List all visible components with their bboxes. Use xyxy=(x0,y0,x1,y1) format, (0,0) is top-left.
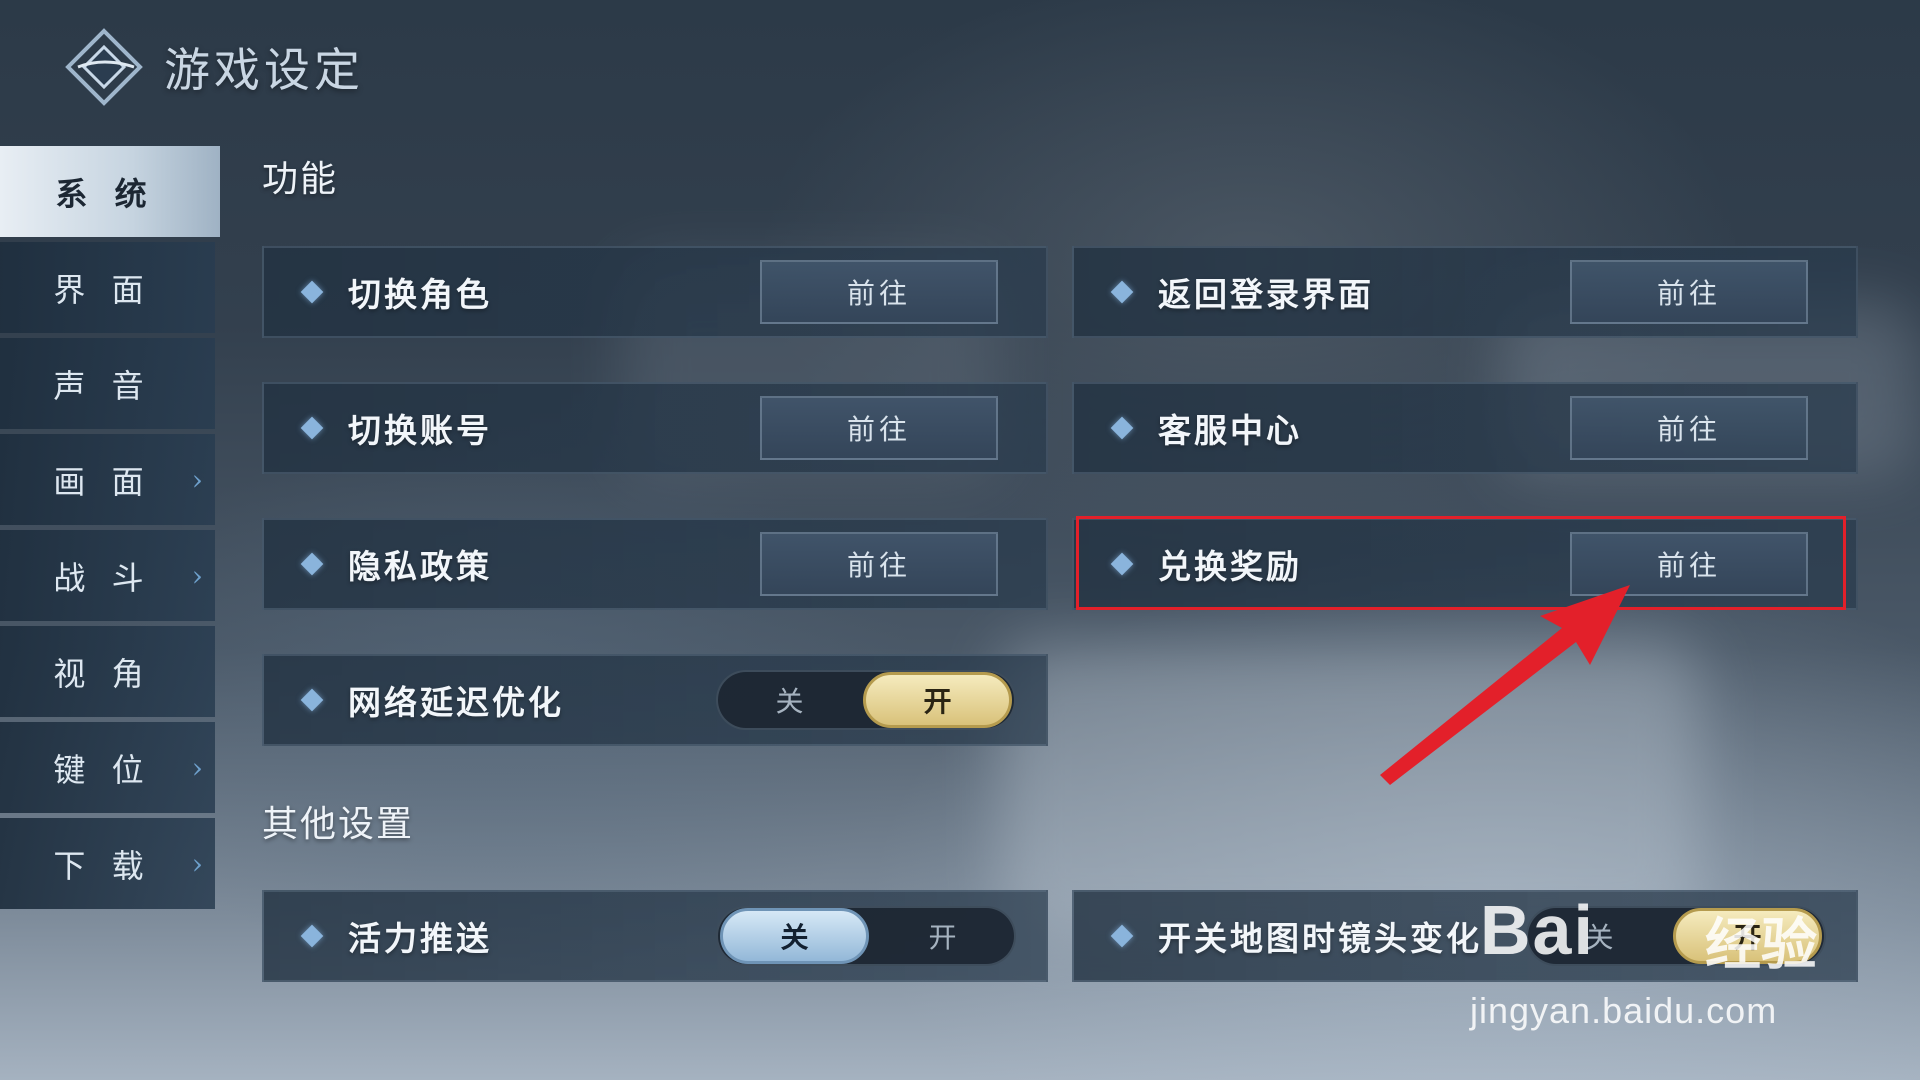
setting-row-network-optimization: 网络延迟优化 关 开 xyxy=(262,654,1048,746)
sidebar-item-system[interactable]: 系 统 xyxy=(0,146,220,237)
sidebar-item-label: 声 音 xyxy=(53,366,152,405)
setting-label: 客服中心 xyxy=(1158,411,1302,450)
setting-label: 切换账号 xyxy=(348,411,492,450)
setting-row-switch-account: 切换账号 前往 xyxy=(262,382,1048,474)
diamond-bullet-icon xyxy=(300,924,324,948)
setting-label: 网络延迟优化 xyxy=(348,683,564,722)
setting-label: 返回登录界面 xyxy=(1158,275,1374,314)
toggle-off-option[interactable]: 关 xyxy=(720,908,869,964)
goto-button-switch-character[interactable]: 前往 xyxy=(760,260,998,324)
toggle-on-option[interactable]: 开 xyxy=(871,908,1014,964)
sidebar-item-label: 视 角 xyxy=(53,654,152,693)
network-optimization-toggle[interactable]: 关 开 xyxy=(716,670,1016,730)
setting-row-switch-character: 切换角色 前往 xyxy=(262,246,1048,338)
chevron-right-icon: › xyxy=(191,751,203,784)
setting-label: 开关地图时镜头变化 xyxy=(1158,919,1482,958)
sidebar-item-label: 战 斗 xyxy=(53,558,152,597)
page-header: 游戏设定 xyxy=(64,22,364,112)
goto-button-privacy-policy[interactable]: 前往 xyxy=(760,532,998,596)
watermark-url: jingyan.baidu.com xyxy=(1470,990,1778,1031)
sidebar-item-camera[interactable]: 视 角 xyxy=(0,626,215,717)
goto-button-redeem-reward[interactable]: 前往 xyxy=(1570,532,1808,596)
setting-label: 活力推送 xyxy=(348,919,492,958)
setting-row-map-camera-change: 开关地图时镜头变化 关 开 xyxy=(1072,890,1858,982)
goto-button-customer-service[interactable]: 前往 xyxy=(1570,396,1808,460)
setting-row-return-login: 返回登录界面 前往 xyxy=(1072,246,1858,338)
diamond-bullet-icon xyxy=(300,280,324,304)
setting-row-customer-service: 客服中心 前往 xyxy=(1072,382,1858,474)
diamond-bullet-icon xyxy=(1110,280,1134,304)
setting-label: 切换角色 xyxy=(348,275,492,314)
sidebar-item-label: 界 面 xyxy=(53,270,152,309)
diamond-bullet-icon xyxy=(300,416,324,440)
diamond-bullet-icon xyxy=(300,552,324,576)
setting-row-vitality-push: 活力推送 关 开 xyxy=(262,890,1048,982)
chevron-right-icon: › xyxy=(191,463,203,496)
goto-button-switch-account[interactable]: 前往 xyxy=(760,396,998,460)
sidebar-item-download[interactable]: 下 载 › xyxy=(0,818,215,909)
sidebar: 系 统 界 面 声 音 画 面 › 战 斗 › 视 角 键 位 › 下 载 › xyxy=(0,146,220,914)
chevron-right-icon: › xyxy=(191,559,203,592)
sidebar-item-graphics[interactable]: 画 面 › xyxy=(0,434,215,525)
game-logo-icon xyxy=(64,27,144,107)
diamond-bullet-icon xyxy=(300,688,324,712)
sidebar-item-keybinds[interactable]: 键 位 › xyxy=(0,722,215,813)
toggle-on-option[interactable]: 开 xyxy=(1673,908,1822,964)
toggle-off-option[interactable]: 关 xyxy=(1528,908,1671,964)
setting-row-privacy-policy: 隐私政策 前往 xyxy=(262,518,1048,610)
goto-button-return-login[interactable]: 前往 xyxy=(1570,260,1808,324)
section-title-function: 功能 xyxy=(262,159,339,200)
sidebar-item-interface[interactable]: 界 面 xyxy=(0,242,215,333)
map-camera-toggle[interactable]: 关 开 xyxy=(1526,906,1826,966)
setting-label: 兑换奖励 xyxy=(1158,547,1302,586)
sidebar-item-combat[interactable]: 战 斗 › xyxy=(0,530,215,621)
toggle-on-option[interactable]: 开 xyxy=(863,672,1012,728)
diamond-bullet-icon xyxy=(1110,552,1134,576)
sidebar-item-sound[interactable]: 声 音 xyxy=(0,338,215,429)
page-title: 游戏设定 xyxy=(164,43,364,97)
sidebar-item-label: 画 面 xyxy=(53,462,152,501)
section-title-other-settings: 其他设置 xyxy=(262,804,415,845)
diamond-bullet-icon xyxy=(1110,416,1134,440)
vitality-push-toggle[interactable]: 关 开 xyxy=(716,906,1016,966)
chevron-right-icon: › xyxy=(191,847,203,880)
sidebar-item-label: 键 位 xyxy=(53,750,152,789)
diamond-bullet-icon xyxy=(1110,924,1134,948)
sidebar-item-label: 系 统 xyxy=(55,174,155,213)
toggle-off-option[interactable]: 关 xyxy=(718,672,861,728)
sidebar-item-label: 下 载 xyxy=(53,846,152,885)
setting-label: 隐私政策 xyxy=(348,547,492,586)
setting-row-redeem-reward: 兑换奖励 前往 xyxy=(1072,518,1858,610)
